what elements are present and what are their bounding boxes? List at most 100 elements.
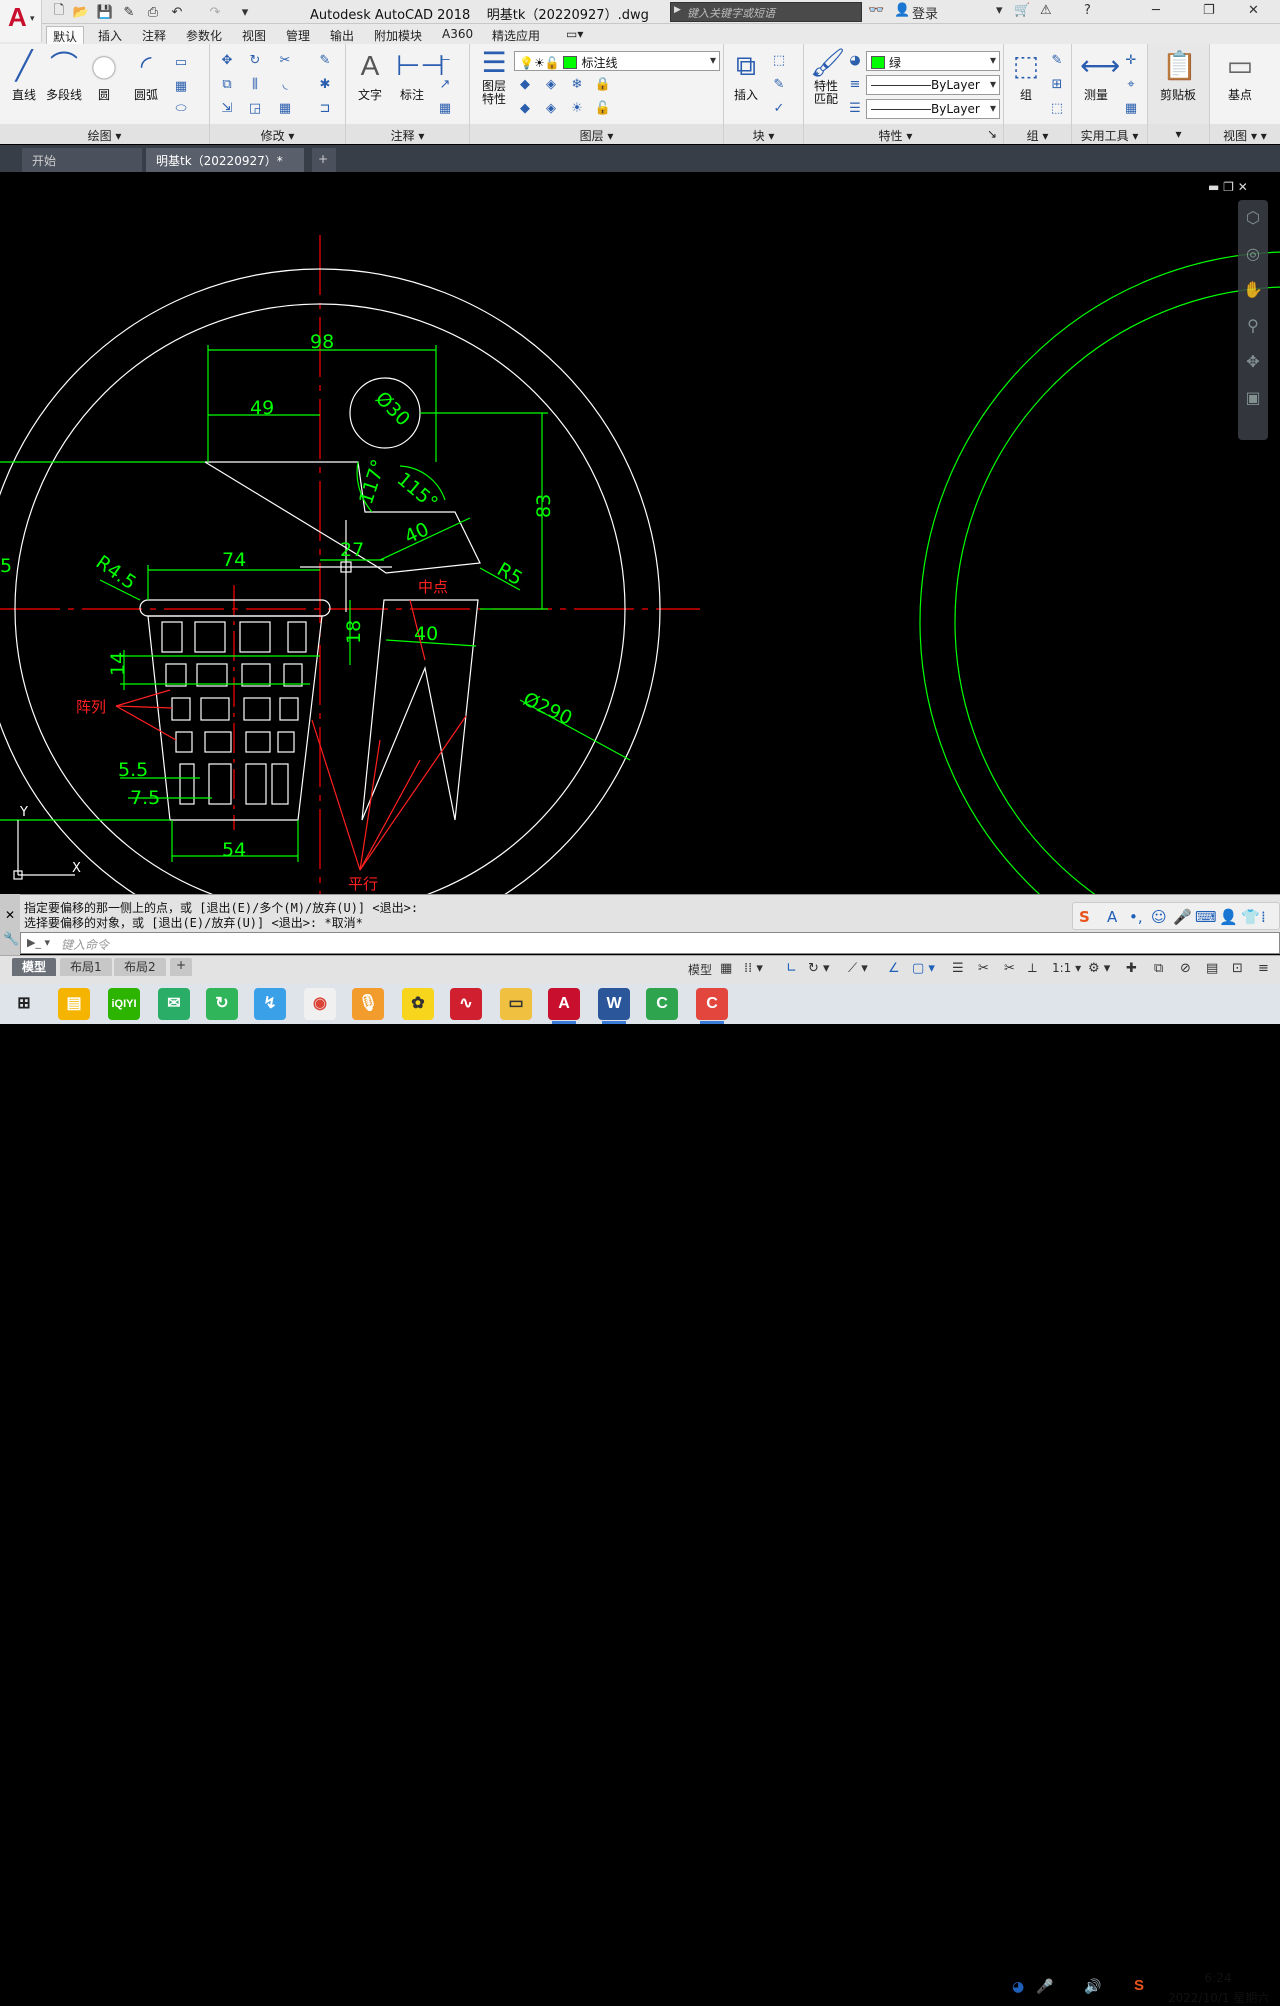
clipboard-panel-title[interactable]: ▾ xyxy=(1148,124,1209,144)
tray-ime-icon[interactable]: A xyxy=(1108,1977,1118,1995)
layer-lock-icon[interactable]: 🔒 xyxy=(594,76,612,94)
app-green-icon[interactable]: ↻ xyxy=(206,988,238,1020)
tab-start[interactable]: 开始 xyxy=(22,148,142,172)
utilities-panel-title[interactable]: 实用工具 ▾ xyxy=(1072,124,1147,144)
layer-previous-icon[interactable]: ◈ xyxy=(542,100,560,118)
ortho-icon[interactable]: ∟ xyxy=(786,961,797,976)
tab-output[interactable]: 输出 xyxy=(324,26,360,44)
point-icon[interactable]: ✛ xyxy=(1122,52,1140,70)
move-icon[interactable]: ✥ xyxy=(218,52,236,70)
view-panel-title[interactable]: 视图 ▾ ▾ xyxy=(1210,124,1280,144)
customize-icon[interactable]: 🔧 xyxy=(3,932,19,947)
tab-parametric[interactable]: 参数化 xyxy=(180,26,228,44)
groups-panel-title[interactable]: 组 ▾ xyxy=(1004,124,1071,144)
steering-wheel-icon[interactable]: ◎ xyxy=(1238,236,1268,272)
binoculars-icon[interactable]: 👓 xyxy=(868,3,884,18)
plot-icon[interactable]: ⎙ xyxy=(144,3,162,21)
tab-view[interactable]: 视图 xyxy=(236,26,272,44)
app-yellow-icon[interactable]: ✿ xyxy=(402,988,434,1020)
insert-block-button[interactable]: ⧉ 插入 xyxy=(726,48,766,103)
ime-keyboard-icon[interactable]: ⌨ xyxy=(1195,908,1217,926)
text-button[interactable]: A 文字 xyxy=(350,48,390,103)
tab-default[interactable]: 默认 xyxy=(46,26,85,44)
audio-editor-icon[interactable]: ∿ xyxy=(450,988,482,1020)
object-snap-icon[interactable]: ▢ ▾ xyxy=(912,961,935,976)
new-file-icon[interactable]: 🗋 xyxy=(50,3,68,21)
mirror-icon[interactable]: ⫼ xyxy=(246,76,264,94)
annotation-panel-title[interactable]: 注释 ▾ xyxy=(346,124,469,144)
login-dropdown-icon[interactable]: ▾ xyxy=(996,3,1003,18)
measure-button[interactable]: ⟷ 测量 xyxy=(1076,48,1120,103)
panel-launcher-icon[interactable]: ↘ xyxy=(987,127,997,141)
ime-emoji-icon[interactable]: ☺ xyxy=(1151,908,1167,926)
iqiyi-icon[interactable]: iQIYI xyxy=(108,988,140,1020)
windows-start-icon[interactable]: ⊞ xyxy=(8,988,40,1020)
cart-icon[interactable]: 🛒 xyxy=(1014,3,1030,18)
tray-mic-icon[interactable]: 🎤 xyxy=(1036,1979,1053,1995)
new-tab-button[interactable]: + xyxy=(312,148,336,172)
rotate-icon[interactable]: ↻ xyxy=(246,52,264,70)
hatch-icon[interactable]: ▦ xyxy=(172,78,190,96)
lineweight-display-icon[interactable]: ☰ xyxy=(952,961,964,976)
lineweight-icon[interactable]: ☰ xyxy=(846,100,864,118)
search-input[interactable]: 键入关键字或短语 xyxy=(670,2,862,22)
sogou-icon[interactable]: S xyxy=(1079,908,1090,926)
app-blue-icon[interactable]: ↯ xyxy=(254,988,286,1020)
color-dropdown[interactable]: 绿 xyxy=(866,51,1000,71)
ime-voice-icon[interactable]: 🎤 xyxy=(1173,908,1192,926)
recorder-icon[interactable]: 🎙 xyxy=(352,988,384,1020)
object-snap-tracking-icon[interactable]: ∠ xyxy=(888,961,900,976)
tray-volume-icon[interactable]: 🔊 xyxy=(1084,1979,1101,1995)
layer-dropdown[interactable]: 💡☀🔓 标注线 xyxy=(514,51,720,71)
add-layout-button[interactable]: + xyxy=(170,958,193,976)
tab-drawing[interactable]: 明基tk（20220927）* ✕ xyxy=(146,148,304,183)
rectangle-icon[interactable]: ▭ xyxy=(172,54,190,72)
save-icon[interactable]: 💾 xyxy=(96,3,114,21)
trim-icon[interactable]: ✂ xyxy=(276,52,294,70)
edit-block-icon[interactable]: ✎ xyxy=(770,76,788,94)
tab-a360[interactable]: A360 xyxy=(436,26,479,44)
layers-panel-title[interactable]: 图层 ▾ xyxy=(470,124,723,144)
orbit-icon[interactable]: ✥ xyxy=(1238,344,1268,380)
zoom-icon[interactable]: ⚲ xyxy=(1238,308,1268,344)
tab-insert[interactable]: 插入 xyxy=(92,26,128,44)
plus-icon[interactable]: ✚ xyxy=(1126,961,1137,976)
ime-menu-icon[interactable]: ⁞ xyxy=(1261,908,1266,926)
block-panel-title[interactable]: 块 ▾ xyxy=(724,124,803,144)
save-as-icon[interactable]: ✎ xyxy=(120,3,138,21)
camtasia-green-icon[interactable]: C xyxy=(646,988,678,1020)
group-edit-icon[interactable]: ⊞ xyxy=(1048,76,1066,94)
viewport-controls[interactable]: ▬ ❐ ✕ xyxy=(1208,180,1248,194)
ribbon-options-icon[interactable]: ▭▾ xyxy=(560,26,589,44)
base-view-button[interactable]: ▭ 基点 xyxy=(1220,48,1260,103)
user-icon[interactable]: 👤 xyxy=(894,3,910,18)
arc-button[interactable]: ◜ 圆弧 xyxy=(126,48,166,103)
drawing-canvas[interactable]: 98 49 Ø30 83 117° 115° 40 27 74 R4.5 R5 … xyxy=(0,172,1280,894)
fillet-icon[interactable]: ◟ xyxy=(276,76,294,94)
stretch-icon[interactable]: ⇲ xyxy=(218,100,236,118)
open-file-icon[interactable]: 📂 xyxy=(72,3,90,21)
autocad-taskbar-icon[interactable]: A xyxy=(548,988,580,1024)
maximize-button[interactable]: ❐ xyxy=(1203,3,1215,18)
command-prompt-icon[interactable]: ▶_ ▾ xyxy=(27,936,50,949)
line-button[interactable]: ╱ 直线 xyxy=(4,48,44,103)
create-block-icon[interactable]: ⬚ xyxy=(770,52,788,70)
quick-access-more-icon[interactable]: ▾ xyxy=(236,3,254,21)
tab-annotate[interactable]: 注释 xyxy=(136,26,172,44)
id-point-icon[interactable]: ⌖ xyxy=(1122,76,1140,94)
erase-icon[interactable]: ✎ xyxy=(316,52,334,70)
viewcube-icon[interactable]: ⬡ xyxy=(1238,200,1268,236)
linear-dim-icon[interactable]: ⊢ xyxy=(436,52,454,70)
wechat-icon[interactable]: ✉ xyxy=(158,988,190,1020)
copy-icon[interactable]: ⧉ xyxy=(218,76,236,94)
calculator-icon[interactable]: ▦ xyxy=(1122,100,1140,118)
autocad-app-menu-button[interactable]: A ▾ xyxy=(0,0,42,42)
help-button[interactable]: ? xyxy=(1084,3,1091,18)
a360-icon[interactable]: ⚠ xyxy=(1040,3,1052,18)
camtasia-red-icon[interactable]: C xyxy=(696,988,728,1024)
word-taskbar-icon[interactable]: W xyxy=(598,988,630,1024)
annotation-visibility-icon[interactable]: ✂ xyxy=(978,961,989,976)
tray-clock-time[interactable]: 6:24 xyxy=(1190,1971,1246,1985)
layout-tab-1[interactable]: 布局1 xyxy=(60,958,112,976)
circle-button[interactable]: ● 圆 xyxy=(84,48,124,103)
